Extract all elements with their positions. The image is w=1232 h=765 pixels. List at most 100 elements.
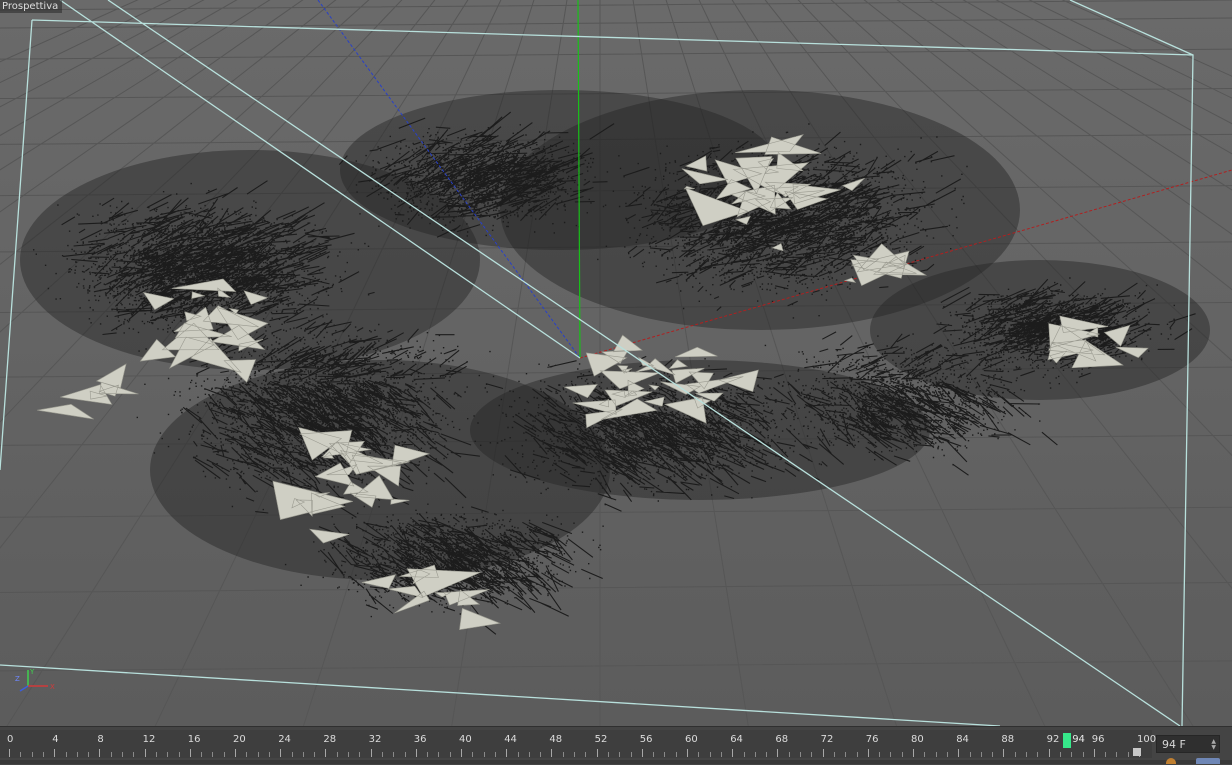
playhead-frame-label: 94	[1072, 734, 1085, 745]
timeline-tick-label: 60	[685, 734, 698, 745]
timeline-tick-major	[144, 749, 146, 757]
timeline-tick-label: 88	[1001, 734, 1015, 745]
timeline-tick-minor	[438, 752, 440, 757]
timeline-tick-label: 56	[639, 734, 653, 745]
axis-z-label: Z	[15, 675, 20, 683]
timeline-tick-minor	[223, 752, 225, 757]
timeline-tick-minor	[122, 752, 123, 757]
timeline-tick-minor	[31, 752, 33, 757]
timeline-tick-label: 20	[233, 734, 246, 745]
timeline-playhead[interactable]	[1063, 733, 1072, 748]
timeline-tick-minor	[483, 752, 485, 757]
bottom-toolbar-strip	[0, 760, 1232, 764]
timeline-tick-minor	[1116, 752, 1118, 757]
timeline-tick-major	[506, 749, 508, 757]
timeline-tick-minor	[246, 752, 248, 757]
timeline-ruler[interactable]: 0 4 8 12 16 20 24 28 32 36 40 44 48 52 56 60 64 68 72 76 80 8…	[0, 730, 1156, 758]
timeline-tick-minor	[76, 752, 78, 757]
timeline-tick-major	[822, 749, 824, 757]
timeline-tick-major	[551, 749, 553, 757]
timeline-tick-minor	[1014, 752, 1016, 757]
timeline-tick-minor	[1105, 752, 1107, 757]
timeline-tick-minor	[178, 752, 180, 757]
axis-y-label: Y	[29, 668, 35, 676]
timeline-tick-minor	[766, 752, 768, 757]
timeline-tick-minor	[528, 752, 530, 757]
timeline-tick-minor	[494, 752, 496, 757]
timeline-tick-major	[1003, 749, 1005, 757]
viewport-title[interactable]: Prospettiva	[0, 0, 63, 13]
timeline-tick-minor	[155, 752, 157, 757]
timeline-tick-major	[596, 749, 598, 757]
timeline-tick-label: 36	[413, 734, 427, 745]
timeline-tick-minor	[201, 752, 203, 757]
timeline-tick-minor	[1082, 752, 1084, 757]
timeline-tick-minor	[856, 752, 858, 757]
timeline-tick-minor	[88, 752, 90, 757]
timeline-tick-label: 68	[775, 734, 789, 745]
timeline-tick-minor	[743, 752, 745, 757]
timeline-tick-minor	[291, 752, 293, 757]
timeline-tick-minor	[1026, 752, 1027, 757]
timeline-tick-minor	[946, 752, 948, 757]
timeline-tick-minor	[257, 752, 259, 757]
timeline-tick-minor	[167, 752, 169, 757]
timeline-tick-minor	[302, 752, 304, 757]
timeline-tick-label: 16	[187, 734, 201, 745]
frame-spinner-icon[interactable]: ▲ ▼	[1211, 739, 1216, 751]
timeline-end-marker[interactable]	[1133, 748, 1141, 756]
timeline-tick-minor	[800, 752, 801, 757]
timeline-tick-minor	[630, 752, 632, 757]
timeline-tick-label: 84	[956, 734, 969, 745]
timeline-tick-major	[280, 749, 282, 757]
timeline-tick-minor	[348, 752, 349, 757]
timeline-tick-minor	[653, 752, 655, 757]
timeline-tick-minor	[811, 752, 813, 757]
perspective-viewport[interactable]: Prospettiva Y Z X	[0, 0, 1232, 726]
timeline-tick-major	[1048, 749, 1050, 757]
timeline-tick-minor	[393, 752, 395, 757]
timeline-tick-label: 48	[549, 734, 563, 745]
timeline-tick-label: 12	[142, 734, 156, 745]
timeline-tick-minor	[1127, 752, 1129, 757]
layout-button[interactable]	[1196, 758, 1220, 764]
timeline-tick-minor	[212, 752, 214, 757]
axis-x-label: X	[50, 683, 55, 691]
timeline-tick-minor	[754, 752, 756, 757]
timeline-tick-label: 44	[504, 734, 517, 745]
timeline-tick-major	[867, 749, 869, 757]
timeline-tick-major	[189, 749, 191, 757]
timeline-tick-minor	[924, 752, 926, 757]
timeline-tick-major	[958, 749, 960, 757]
timeline-tick-minor	[709, 752, 711, 757]
timeline-tick-minor	[472, 752, 474, 757]
timeline-tick-minor	[607, 752, 609, 757]
timeline-tick-minor	[110, 752, 112, 757]
timeline-tick-minor	[574, 752, 575, 757]
timeline-tick-major	[1093, 749, 1095, 757]
timeline-tick-major	[415, 749, 417, 757]
timeline-tick-minor	[381, 752, 383, 757]
timeline-tick-minor	[845, 752, 847, 757]
axis-gizmo-icon: Y Z X	[15, 668, 55, 692]
timeline-tick-minor	[336, 752, 338, 757]
timeline-tick-label: 4	[52, 734, 59, 745]
timeline-tick-major	[777, 749, 779, 757]
timeline-tick-label: 76	[865, 734, 879, 745]
timeline-tick-minor	[992, 752, 994, 757]
timeline-tick-minor	[619, 752, 621, 757]
scene-canvas[interactable]	[0, 0, 1232, 726]
timeline-tick-minor	[20, 752, 22, 757]
timeline-tick-label: 0	[7, 734, 14, 745]
timeline-tick-minor	[314, 752, 316, 757]
timeline-tick-major	[461, 749, 462, 757]
current-frame-field[interactable]: 94 F ▲ ▼	[1156, 735, 1220, 753]
timeline-tick-minor	[449, 752, 451, 757]
timeline-tick-label: 80	[911, 734, 924, 745]
timeline-tick-minor	[879, 752, 881, 757]
timeline-tick-major	[235, 749, 236, 757]
timeline-tick-minor	[517, 752, 519, 757]
timeline-tick-minor	[585, 752, 587, 757]
timeline-tick-major	[913, 749, 914, 757]
record-icon[interactable]	[1166, 758, 1176, 764]
